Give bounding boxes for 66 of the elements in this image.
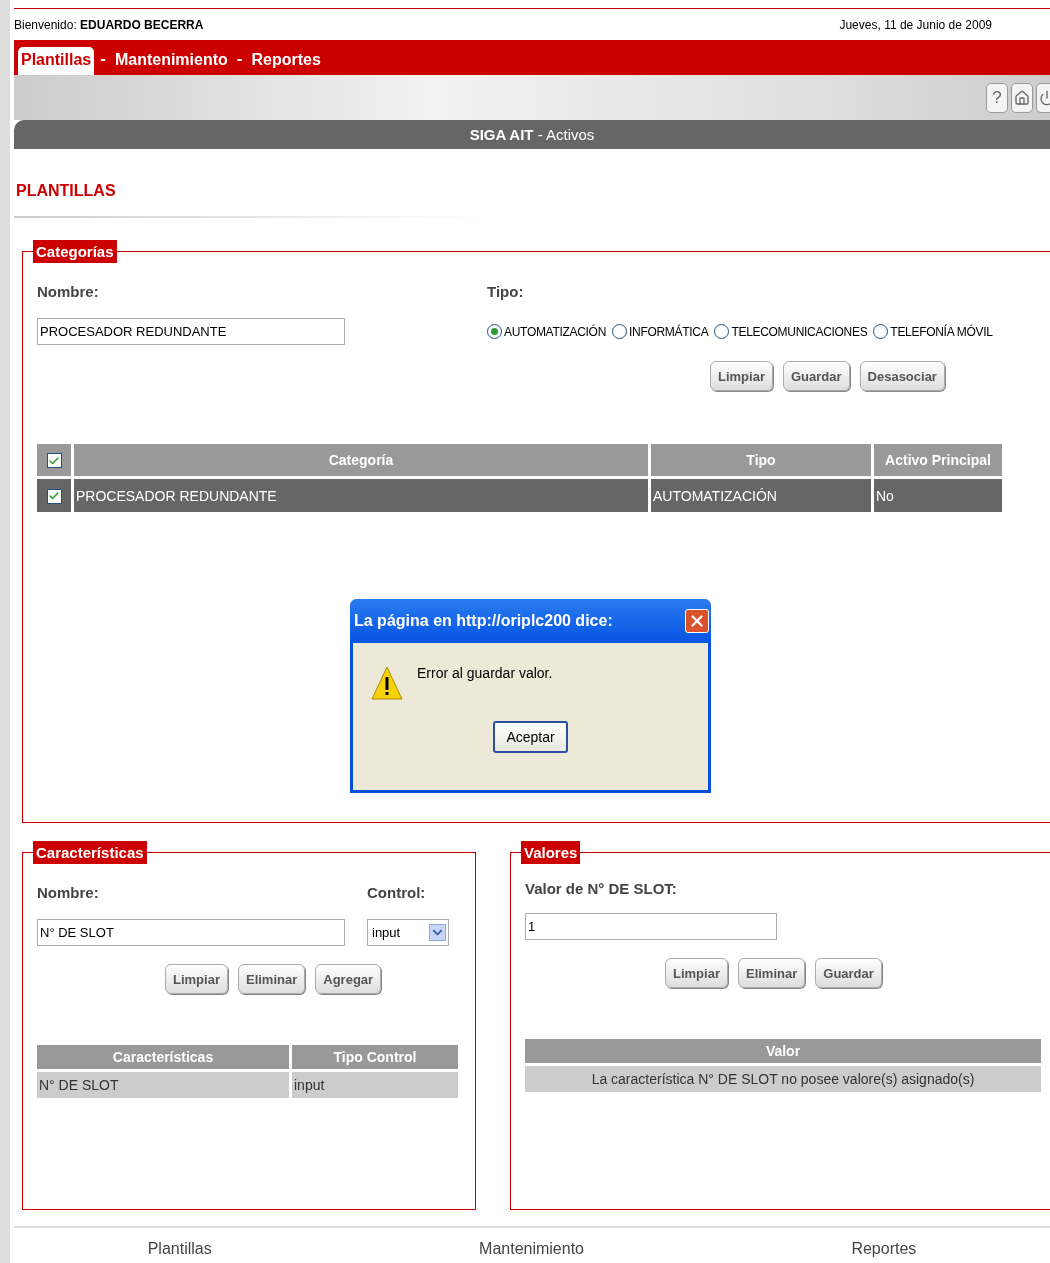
table-cell: AUTOMATIZACIÓN <box>651 479 871 512</box>
footer-link[interactable]: Plantillas <box>147 1240 212 1258</box>
nav-separator: - <box>100 49 106 70</box>
nav-separator: - <box>236 49 243 70</box>
fieldset-legend: Categorías <box>33 240 117 263</box>
form-button[interactable]: Eliminar <box>737 958 806 988</box>
fieldset-legend: Valores <box>521 841 581 864</box>
checkbox[interactable] <box>46 453 62 469</box>
form-button[interactable]: Limpiar <box>165 964 228 994</box>
form-button[interactable]: Limpiar <box>665 958 728 988</box>
radio-option[interactable]: TELECOMUNICACIONES <box>714 324 868 339</box>
home-button[interactable] <box>1011 82 1033 113</box>
nav-tab[interactable]: Mantenimiento <box>111 47 231 75</box>
radio-icon[interactable] <box>612 324 628 339</box>
input-field[interactable]: PROCESADOR REDUNDANTE <box>37 318 345 345</box>
fieldset-legend: Características <box>33 841 147 864</box>
close-button[interactable] <box>685 609 709 633</box>
form-button[interactable]: Limpiar <box>710 361 773 391</box>
date-text: Jueves, 11 de Junio de 2009 <box>839 17 992 32</box>
column-header: Tipo Control <box>292 1045 458 1069</box>
column-header: Categoría <box>74 444 648 476</box>
column-header: Tipo <box>651 444 871 476</box>
nav-tab[interactable]: Reportes <box>248 47 324 75</box>
help-button[interactable]: ? <box>986 82 1008 113</box>
welcome-text: Bienvenido: EDUARDO BECERRA <box>14 17 204 32</box>
ok-button[interactable]: Aceptar <box>493 721 568 753</box>
radio-icon[interactable] <box>487 324 502 339</box>
dialog-title: La página en http://oriplc200 dice: <box>354 612 613 630</box>
radio-icon[interactable] <box>714 324 730 339</box>
radio-option[interactable]: TELEFONÍA MÓVIL <box>873 324 993 339</box>
footer-link[interactable]: Mantenimiento <box>479 1240 584 1258</box>
footer-link[interactable]: Reportes <box>851 1240 917 1258</box>
home-icon <box>1014 89 1030 106</box>
form-button[interactable]: Guardar <box>815 958 882 988</box>
form-button[interactable]: Agregar <box>315 964 382 994</box>
column-header: Activo Principal <box>874 444 1002 476</box>
table-cell: La característica N° DE SLOT no posee valore(s) asignado(s) <box>525 1066 1041 1092</box>
title-bar: SIGA AIT - Activos <box>14 120 1050 149</box>
radio-option[interactable]: AUTOMATIZACIÓN <box>487 324 607 339</box>
form-button[interactable]: Guardar <box>782 361 850 391</box>
field-label: Valor de N° DE SLOT: <box>525 880 678 897</box>
radio-icon[interactable] <box>873 324 889 339</box>
warning-icon <box>371 665 403 701</box>
table-cell: PROCESADOR REDUNDANTE <box>74 479 648 512</box>
checkbox[interactable] <box>46 488 62 504</box>
field-label: Nombre: <box>37 884 100 901</box>
page-title: PLANTILLAS <box>15 181 117 200</box>
control-select[interactable]: input <box>367 919 449 946</box>
table-cell: N° DE SLOT <box>37 1072 289 1098</box>
radio-option[interactable]: INFORMÁTICA <box>612 324 709 339</box>
table-cell: No <box>874 479 1002 512</box>
field-label: Control: <box>367 884 427 901</box>
close-icon <box>688 612 706 630</box>
nav-tab[interactable]: Plantillas <box>18 47 95 75</box>
dialog-message: Error al guardar valor. <box>417 665 553 683</box>
column-header: Características <box>37 1045 289 1069</box>
field-label: Nombre: <box>37 283 100 300</box>
form-button[interactable]: Desasociar <box>859 361 945 391</box>
form-button[interactable]: Eliminar <box>237 964 306 994</box>
field-label: Tipo: <box>487 283 525 300</box>
table-cell: input <box>292 1072 458 1098</box>
power-icon <box>1039 89 1050 106</box>
chevron-down-icon <box>429 924 446 941</box>
input-field[interactable]: N° DE SLOT <box>37 919 345 946</box>
input-field[interactable]: 1 <box>525 913 777 940</box>
column-header: Valor <box>525 1039 1041 1063</box>
